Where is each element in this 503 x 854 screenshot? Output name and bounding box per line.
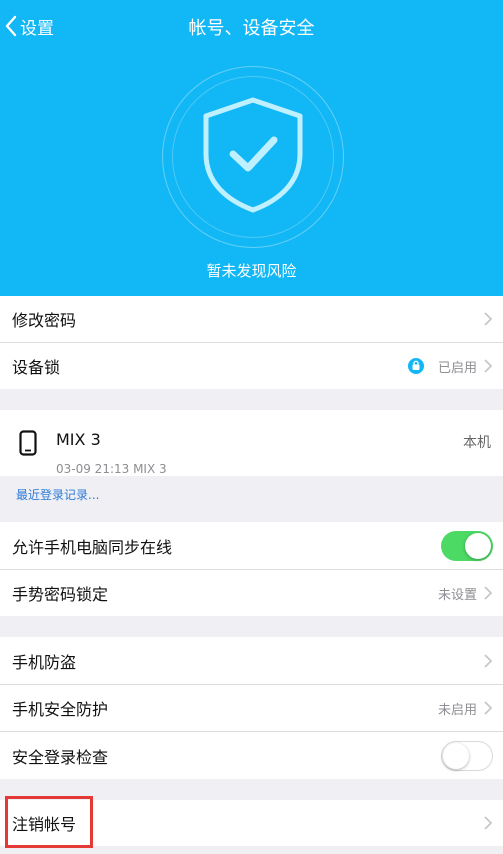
toggle-knob <box>443 742 469 769</box>
change-password-label: 修改密码 <box>12 311 77 330</box>
device-lock-label: 设备锁 <box>12 358 61 377</box>
chevron-right-icon <box>484 586 493 600</box>
login-check-toggle[interactable] <box>441 740 493 771</box>
login-check-label: 安全登录检查 <box>12 747 109 767</box>
gesture-lock-status: 未设置 <box>437 587 477 603</box>
login-check-row: 安全登录检查 <box>0 732 503 779</box>
device-row[interactable]: MIX 3 03-09 21:13 MIX 3 本机 <box>0 410 503 476</box>
change-password-row[interactable]: 修改密码 <box>0 296 503 342</box>
chevron-right-icon <box>484 816 493 830</box>
phone-icon <box>19 430 37 456</box>
nav-bar: 设置 帐号、设备安全 <box>0 0 503 52</box>
lock-badge-icon <box>407 358 424 374</box>
phone-protection-row[interactable]: 手机安全防护 未启用 <box>0 685 503 731</box>
phone-protection-status: 未启用 <box>437 702 477 718</box>
toggle-knob <box>465 532 491 559</box>
device-lock-status: 已启用 <box>437 360 477 376</box>
chevron-right-icon <box>484 312 493 326</box>
recent-login-link[interactable]: 最近登录记录... <box>16 486 99 503</box>
device-name: MIX 3 <box>56 430 101 449</box>
allow-sync-label: 允许手机电脑同步在线 <box>12 537 173 557</box>
current-device-label: 本机 <box>463 435 491 451</box>
device-lock-row[interactable]: 设备锁 已启用 <box>0 343 503 389</box>
anti-theft-label: 手机防盗 <box>12 652 77 672</box>
chevron-right-icon <box>484 359 493 373</box>
chevron-right-icon <box>484 653 493 668</box>
security-status-text: 暂未发现风险 <box>206 262 297 280</box>
page-title: 帐号、设备安全 <box>188 18 315 39</box>
allow-sync-row: 允许手机电脑同步在线 <box>0 522 503 569</box>
security-header: 设置 帐号、设备安全 暂未发现风险 <box>0 0 503 296</box>
phone-protection-label: 手机安全防护 <box>12 700 109 719</box>
anti-theft-row[interactable]: 手机防盗 <box>0 637 503 684</box>
allow-sync-toggle[interactable] <box>441 530 493 561</box>
highlight-box <box>5 796 93 848</box>
gesture-lock-row[interactable]: 手势密码锁定 未设置 <box>0 570 503 616</box>
gesture-lock-label: 手势密码锁定 <box>12 585 109 604</box>
shield-check-icon <box>203 97 303 213</box>
device-login-meta: 03-09 21:13 MIX 3 <box>56 462 167 476</box>
chevron-right-icon <box>484 701 493 715</box>
